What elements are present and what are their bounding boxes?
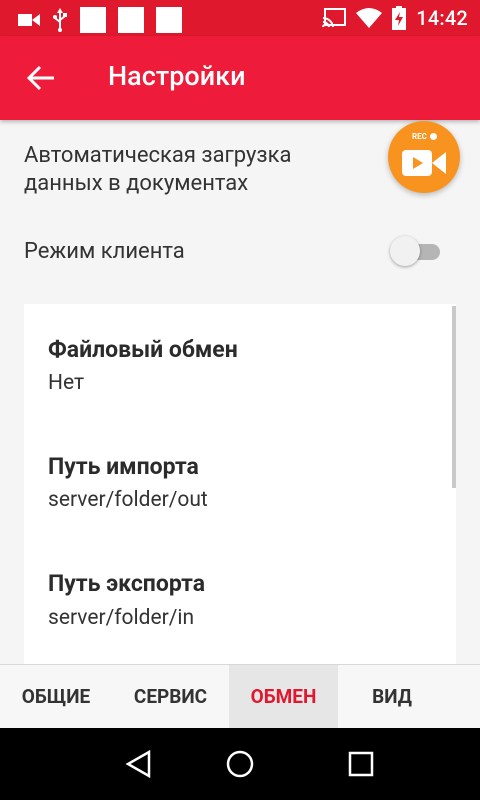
- toggle-knob: [390, 236, 420, 266]
- status-bar: 14:42: [0, 0, 480, 36]
- recents-square-icon[interactable]: [348, 751, 374, 777]
- tab-general[interactable]: ОБЩИЕ: [0, 665, 112, 729]
- exchange-settings-card: Файловый обмен Нет Путь импорта server/f…: [24, 304, 456, 664]
- notification-square-icon: [80, 7, 106, 33]
- tab-service[interactable]: СЕРВИС: [112, 665, 229, 729]
- screen-record-button[interactable]: REC: [388, 121, 460, 193]
- scrollbar[interactable]: [452, 306, 456, 488]
- export-path-value: server/folder/in: [48, 606, 195, 630]
- file-exchange-title: Файловый обмен: [48, 336, 238, 363]
- video-record-icon: [18, 14, 40, 26]
- notification-square-icon: [118, 7, 144, 33]
- tab-exchange[interactable]: ОБМЕН: [229, 665, 338, 729]
- tab-view[interactable]: ВИД: [338, 665, 446, 729]
- import-path-title: Путь импорта: [48, 453, 199, 480]
- auto-load-label-line1: Автоматическая загрузка: [24, 143, 292, 168]
- system-nav-bar: [0, 728, 480, 800]
- auto-load-setting[interactable]: Автоматическая загрузка данных в докумен…: [24, 142, 291, 198]
- import-path-value: server/folder/out: [48, 488, 208, 512]
- export-path-title: Путь экспорта: [48, 570, 206, 597]
- bottom-tab-bar: ОБЩИЕ СЕРВИС ОБМЕН ВИД: [0, 664, 480, 729]
- battery-charging-icon: [392, 6, 407, 30]
- status-time: 14:42: [416, 6, 468, 30]
- cast-icon: [322, 8, 347, 28]
- page-title: Настройки: [108, 60, 246, 92]
- video-camera-icon: [402, 150, 446, 176]
- client-mode-label: Режим клиента: [24, 239, 185, 264]
- back-triangle-icon[interactable]: [125, 750, 153, 778]
- client-mode-toggle[interactable]: [390, 236, 440, 268]
- notification-square-icon: [156, 7, 182, 33]
- rec-label: REC: [412, 132, 427, 141]
- auto-load-label-line2: данных в документах: [24, 171, 249, 196]
- wifi-icon: [356, 8, 383, 28]
- rec-dot-icon: [430, 133, 437, 140]
- status-icons-right: 14:42: [322, 6, 468, 30]
- status-icons-left: [18, 7, 182, 33]
- arrow-back-icon[interactable]: [26, 64, 56, 92]
- usb-icon: [53, 8, 67, 32]
- file-exchange-value: Нет: [48, 371, 85, 395]
- app-bar: Настройки: [0, 36, 480, 120]
- home-circle-icon[interactable]: [225, 749, 255, 779]
